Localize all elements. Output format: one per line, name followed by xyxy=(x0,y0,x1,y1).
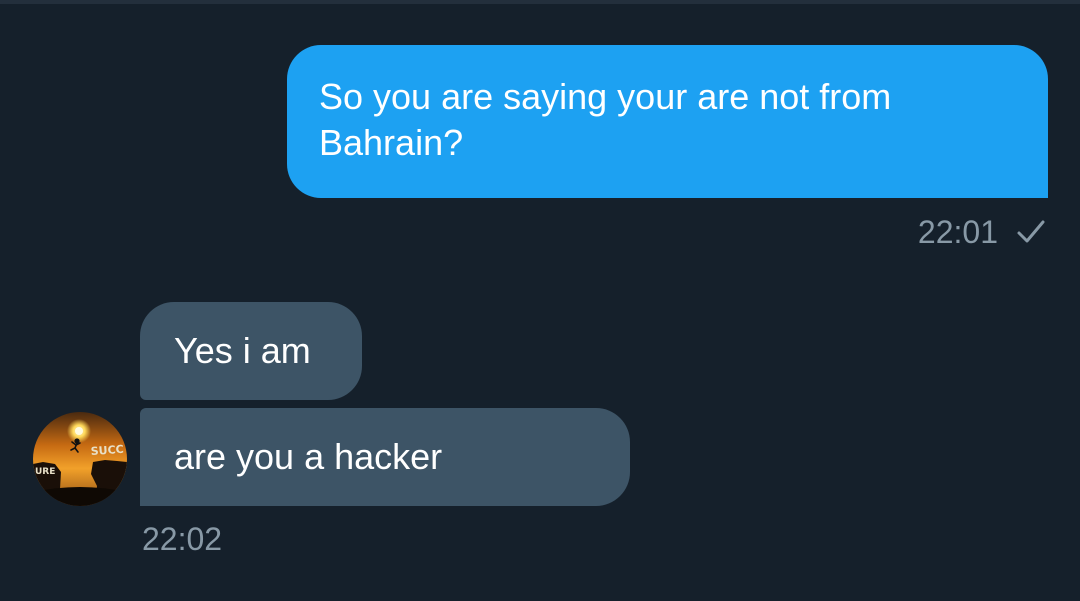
received-message-text: Yes i am xyxy=(174,330,311,371)
avatar-text-left: URE xyxy=(35,467,55,477)
avatar[interactable]: URE SUCC xyxy=(33,412,127,506)
received-message-timestamp: 22:02 xyxy=(142,521,223,557)
sent-message-bubble[interactable]: So you are saying your are not from Bahr… xyxy=(287,45,1048,198)
check-icon xyxy=(1017,220,1045,243)
sunset-jump-avatar-icon: URE SUCC xyxy=(33,412,127,506)
sent-message-timestamp: 22:01 xyxy=(917,214,998,250)
avatar-text-right: SUCC xyxy=(90,443,124,458)
sent-message-line-1: So you are saying your are not from xyxy=(319,76,892,117)
sent-message-line-2: Bahrain? xyxy=(319,122,464,163)
top-divider xyxy=(0,0,1080,4)
received-message-bubble[interactable]: are you a hacker xyxy=(140,408,630,506)
received-message-text: are you a hacker xyxy=(174,436,443,477)
received-message-bubble[interactable]: Yes i am xyxy=(140,302,362,400)
